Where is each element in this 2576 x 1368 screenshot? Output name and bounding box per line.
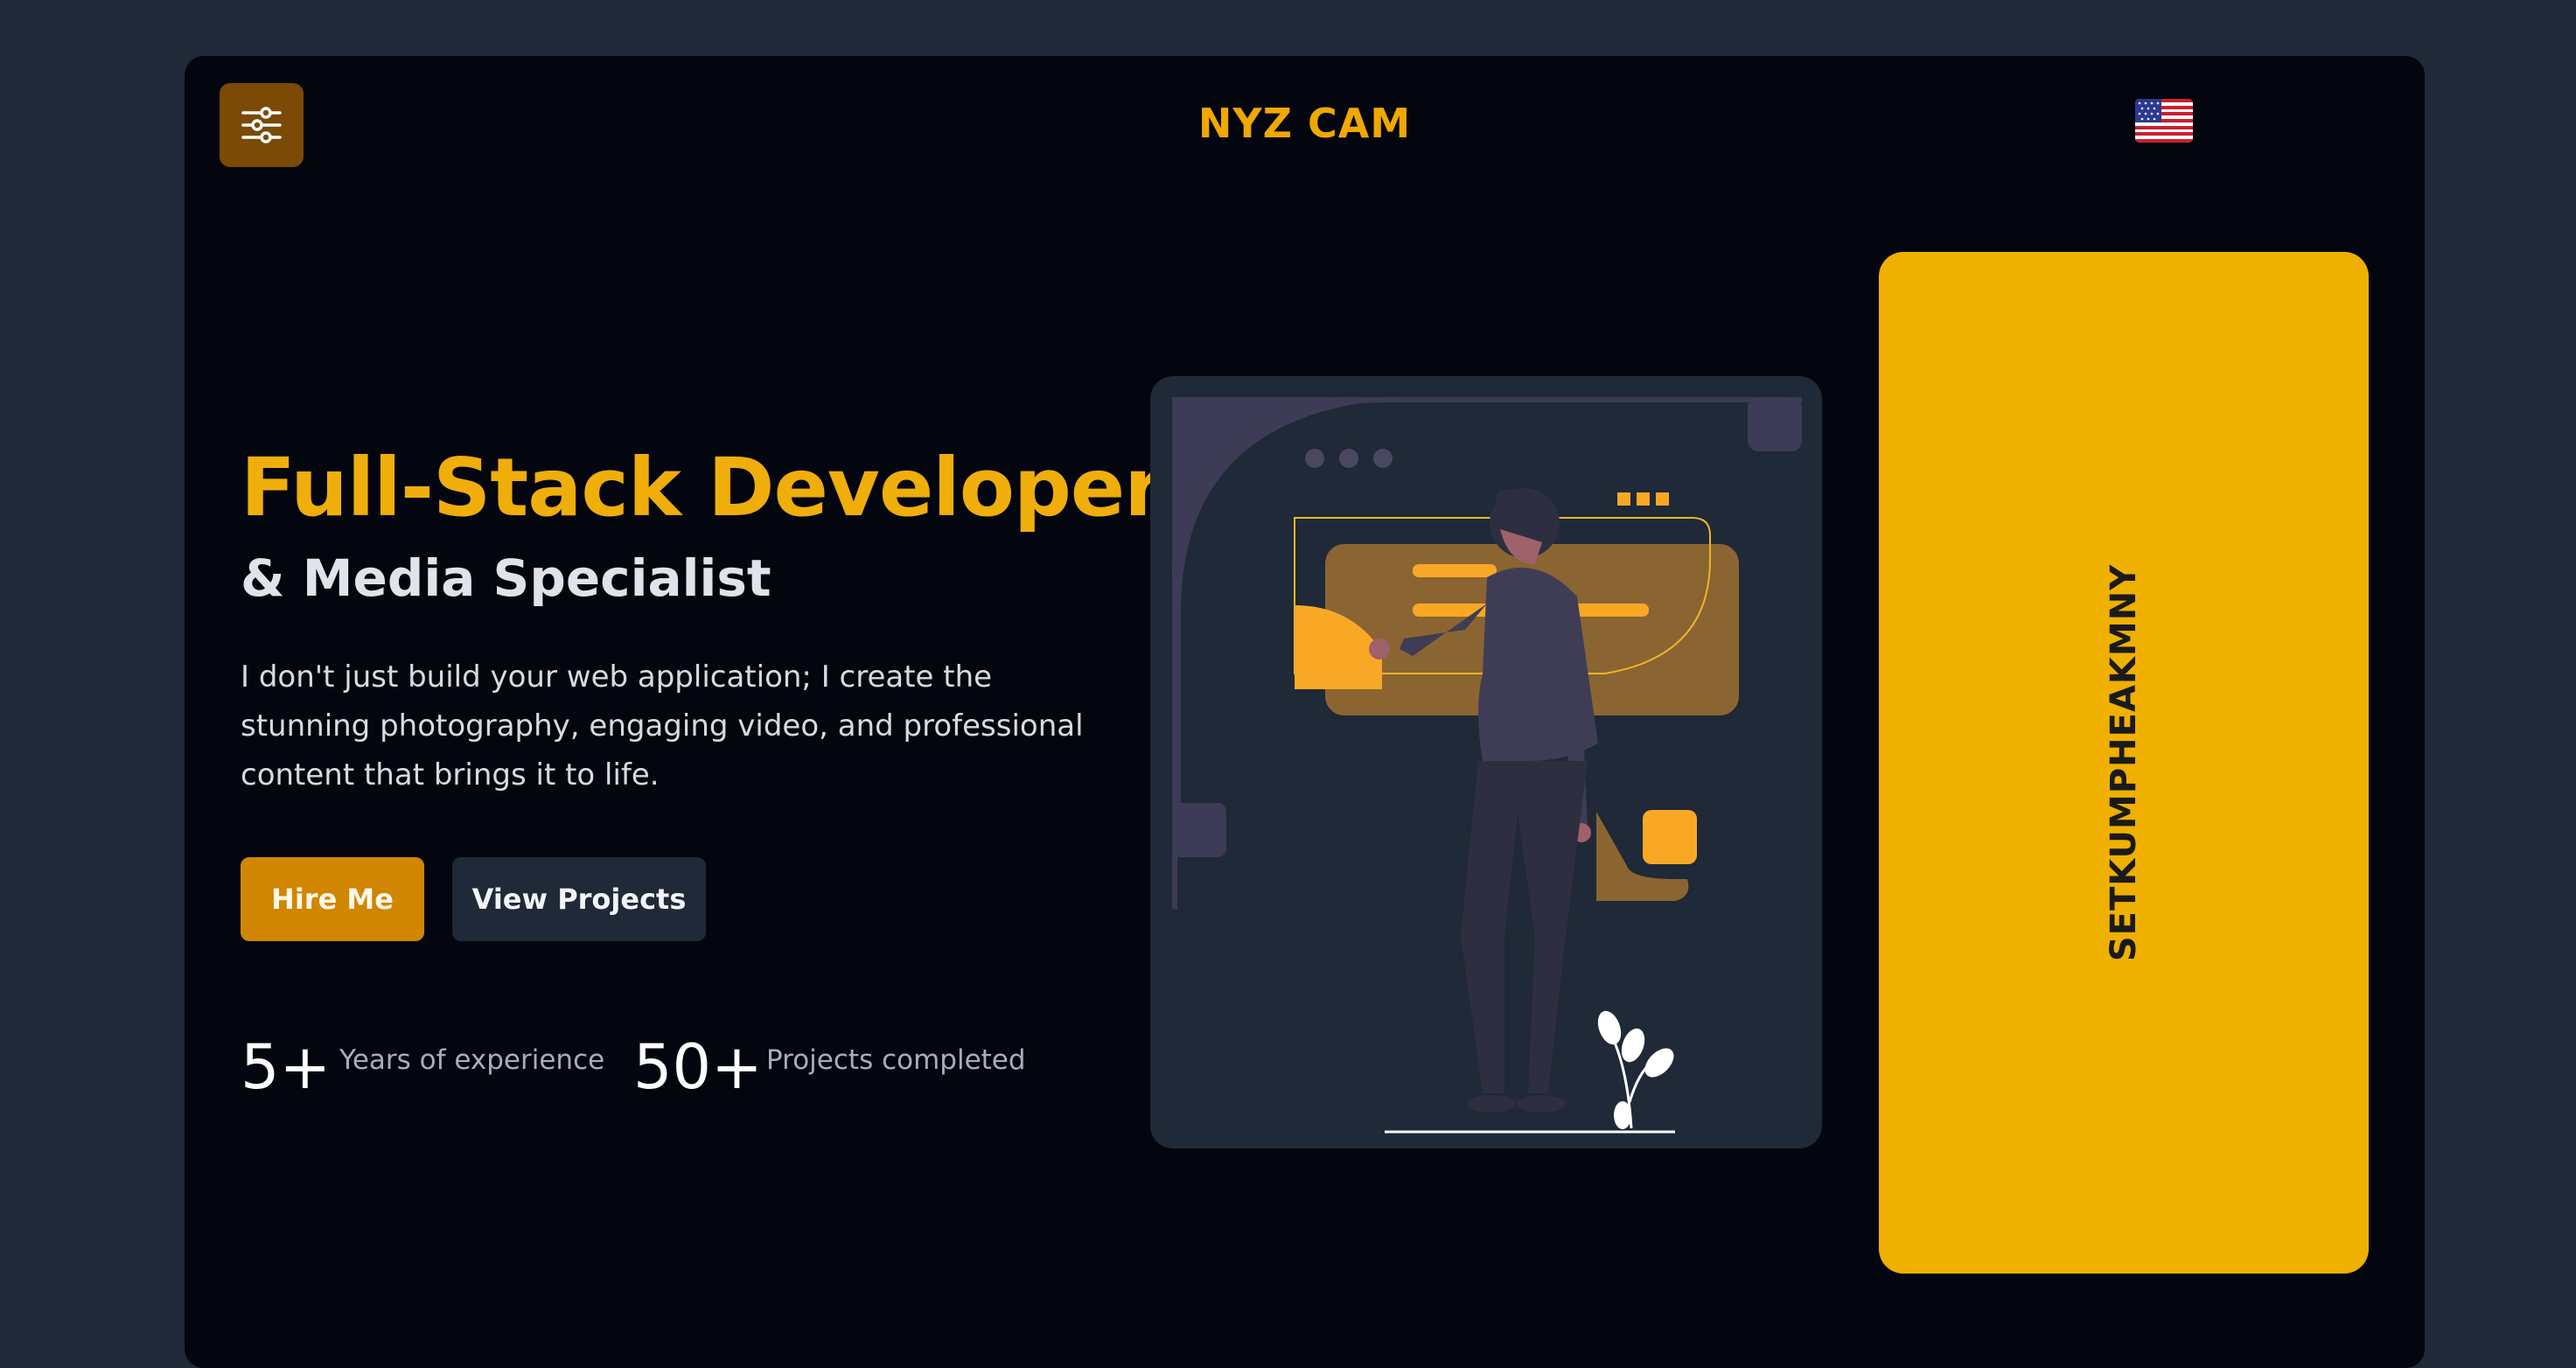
illustration-card (1150, 376, 1822, 1148)
stat-experience-label: Years of experience (339, 1044, 605, 1076)
main-frame: NYZ CAM Full-Stack Developer & Media Spe… (185, 56, 2425, 1368)
stat-experience-value: 5+ (241, 1031, 332, 1103)
side-panel-name: SETKUMPHEAKMNY (2104, 563, 2144, 962)
hero-title: Full-Stack Developer (241, 441, 1164, 534)
side-panel: SETKUMPHEAKMNY (1879, 252, 2369, 1274)
view-projects-button[interactable]: View Projects (452, 857, 706, 941)
us-flag-icon[interactable] (2135, 99, 2193, 143)
hire-me-button[interactable]: Hire Me (241, 857, 424, 941)
stat-projects-value: 50+ (633, 1031, 763, 1103)
brand-title[interactable]: NYZ CAM (185, 100, 2425, 147)
hero-subtitle: & Media Specialist (241, 548, 771, 608)
hero-description: I don't just build your web application;… (241, 660, 1084, 792)
developer-presenting-illustration (1172, 397, 1802, 1134)
stat-projects-label: Projects completed (766, 1044, 1026, 1076)
